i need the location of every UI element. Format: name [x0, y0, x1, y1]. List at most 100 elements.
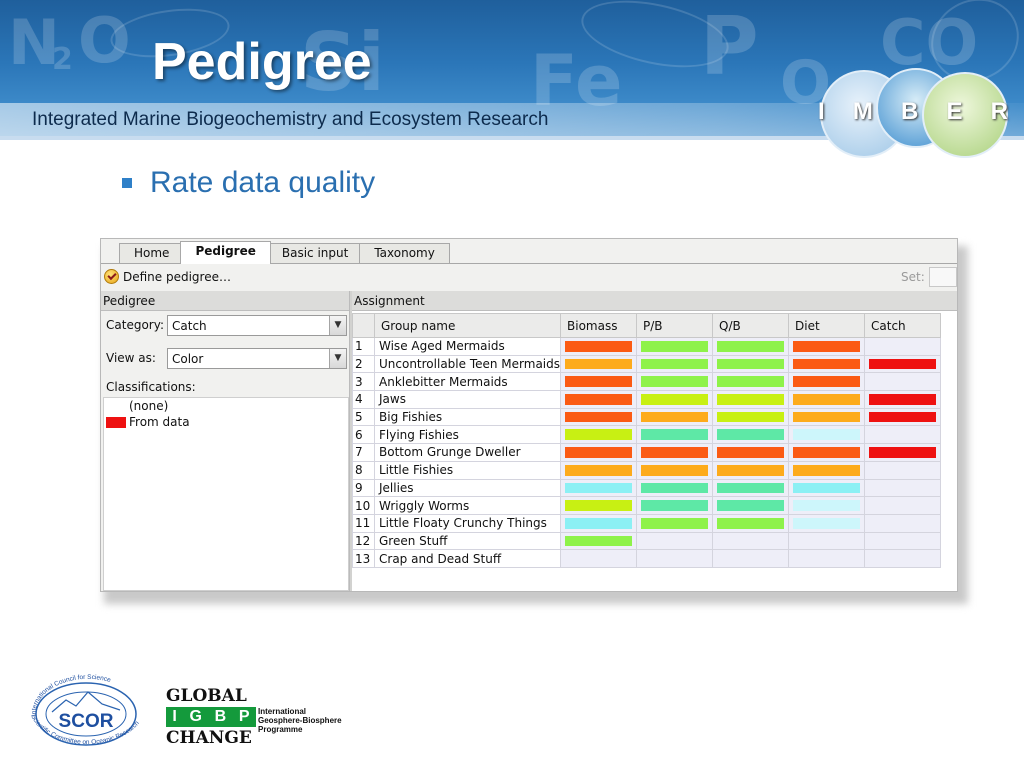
biomass-quality-cell[interactable] — [560, 337, 638, 356]
biomass-quality-cell[interactable] — [560, 407, 638, 427]
pb-quality-cell[interactable] — [636, 531, 714, 551]
table-row[interactable]: 5 Big Fishies — [352, 407, 942, 427]
table-row[interactable]: 4 Jaws — [352, 390, 942, 409]
diet-quality-cell[interactable] — [788, 390, 866, 409]
diet-quality-cell[interactable] — [788, 513, 866, 533]
pb-quality-cell[interactable] — [636, 443, 714, 462]
diet-quality-cell[interactable] — [788, 443, 866, 462]
biomass-quality-cell[interactable] — [560, 496, 638, 515]
diet-quality-cell[interactable] — [788, 478, 866, 498]
table-row[interactable]: 9 Jellies — [352, 478, 942, 498]
qb-quality-cell[interactable] — [712, 407, 790, 427]
diet-quality-cell[interactable] — [788, 531, 866, 551]
table-row[interactable]: 10 Wriggly Worms — [352, 496, 942, 515]
chevron-down-icon[interactable]: ▼ — [329, 316, 346, 335]
tab-basic-input[interactable]: Basic input — [266, 243, 364, 264]
set-input[interactable] — [929, 267, 957, 287]
pb-quality-cell[interactable] — [636, 496, 714, 515]
catch-quality-cell[interactable] — [864, 496, 942, 515]
pb-quality-cell[interactable] — [636, 513, 714, 533]
qb-quality-cell[interactable] — [712, 549, 790, 568]
pb-quality-cell[interactable] — [636, 425, 714, 445]
catch-quality-cell[interactable] — [864, 407, 942, 427]
qb-quality-cell[interactable] — [712, 354, 790, 374]
tab-pedigree[interactable]: Pedigree — [180, 241, 271, 264]
biomass-quality-cell[interactable] — [560, 354, 638, 374]
biomass-quality-cell[interactable] — [560, 390, 638, 409]
catch-quality-cell[interactable] — [864, 372, 942, 392]
diet-quality-cell[interactable] — [788, 337, 866, 356]
column-header-pb[interactable]: P/B — [636, 313, 714, 338]
diet-quality-cell[interactable] — [788, 372, 866, 392]
table-row[interactable]: 11 Little Floaty Crunchy Things — [352, 513, 942, 533]
pb-quality-cell[interactable] — [636, 390, 714, 409]
column-header-group-name[interactable]: Group name — [373, 313, 562, 338]
qb-quality-cell[interactable] — [712, 496, 790, 515]
catch-quality-cell[interactable] — [864, 337, 942, 356]
biomass-quality-cell[interactable] — [560, 513, 638, 533]
chevron-down-icon[interactable]: ▼ — [329, 349, 346, 368]
diet-quality-cell[interactable] — [788, 496, 866, 515]
table-row[interactable]: 7 Bottom Grunge Dweller — [352, 443, 942, 462]
qb-quality-cell[interactable] — [712, 460, 790, 480]
tab-home[interactable]: Home — [119, 243, 185, 264]
catch-quality-cell[interactable] — [864, 531, 942, 551]
table-row[interactable]: 6 Flying Fishies — [352, 425, 942, 445]
qb-quality-cell[interactable] — [712, 390, 790, 409]
table-row[interactable]: 2 Uncontrollable Teen Mermaids — [352, 354, 942, 374]
catch-quality-cell[interactable] — [864, 460, 942, 480]
catch-quality-cell[interactable] — [864, 354, 942, 374]
qb-quality-cell[interactable] — [712, 478, 790, 498]
diet-quality-cell[interactable] — [788, 407, 866, 427]
pb-quality-cell[interactable] — [636, 478, 714, 498]
pb-quality-cell[interactable] — [636, 460, 714, 480]
quality-color-bar — [565, 341, 633, 352]
biomass-quality-cell[interactable] — [560, 460, 638, 480]
qb-quality-cell[interactable] — [712, 513, 790, 533]
classification-item[interactable]: From data — [104, 414, 348, 430]
view-as-select[interactable]: Color ▼ — [167, 348, 347, 369]
biomass-quality-cell[interactable] — [560, 443, 638, 462]
column-header-biomass[interactable]: Biomass — [560, 313, 638, 338]
pb-quality-cell[interactable] — [636, 549, 714, 568]
qb-quality-cell[interactable] — [712, 443, 790, 462]
catch-quality-cell[interactable] — [864, 478, 942, 498]
biomass-quality-cell[interactable] — [560, 531, 638, 551]
catch-quality-cell[interactable] — [864, 443, 942, 462]
catch-quality-cell[interactable] — [864, 390, 942, 409]
group-name-cell: Little Floaty Crunchy Things — [373, 513, 562, 533]
table-row[interactable]: 12 Green Stuff — [352, 531, 942, 551]
column-header-qb[interactable]: Q/B — [712, 313, 790, 338]
biomass-quality-cell[interactable] — [560, 549, 638, 568]
column-header-catch[interactable]: Catch — [864, 313, 942, 338]
pb-quality-cell[interactable] — [636, 337, 714, 356]
catch-quality-cell[interactable] — [864, 425, 942, 445]
quality-color-bar — [793, 447, 861, 458]
biomass-quality-cell[interactable] — [560, 478, 638, 498]
qb-quality-cell[interactable] — [712, 531, 790, 551]
pb-quality-cell[interactable] — [636, 407, 714, 427]
tab-taxonomy[interactable]: Taxonomy — [359, 243, 450, 264]
table-row[interactable]: 8 Little Fishies — [352, 460, 942, 480]
define-pedigree-icon[interactable] — [104, 269, 119, 284]
biomass-quality-cell[interactable] — [560, 372, 638, 392]
qb-quality-cell[interactable] — [712, 337, 790, 356]
diet-quality-cell[interactable] — [788, 425, 866, 445]
classification-item[interactable]: (none) — [104, 398, 348, 414]
table-row[interactable]: 13 Crap and Dead Stuff — [352, 549, 942, 568]
pb-quality-cell[interactable] — [636, 372, 714, 392]
category-select[interactable]: Catch ▼ — [167, 315, 347, 336]
qb-quality-cell[interactable] — [712, 372, 790, 392]
table-row[interactable]: 3 Anklebitter Mermaids — [352, 372, 942, 392]
catch-quality-cell[interactable] — [864, 549, 942, 568]
diet-quality-cell[interactable] — [788, 460, 866, 480]
column-header-diet[interactable]: Diet — [788, 313, 866, 338]
define-pedigree-button[interactable]: Define pedigree… — [123, 270, 231, 284]
biomass-quality-cell[interactable] — [560, 425, 638, 445]
diet-quality-cell[interactable] — [788, 354, 866, 374]
pb-quality-cell[interactable] — [636, 354, 714, 374]
table-row[interactable]: 1 Wise Aged Mermaids — [352, 337, 942, 356]
diet-quality-cell[interactable] — [788, 549, 866, 568]
catch-quality-cell[interactable] — [864, 513, 942, 533]
qb-quality-cell[interactable] — [712, 425, 790, 445]
